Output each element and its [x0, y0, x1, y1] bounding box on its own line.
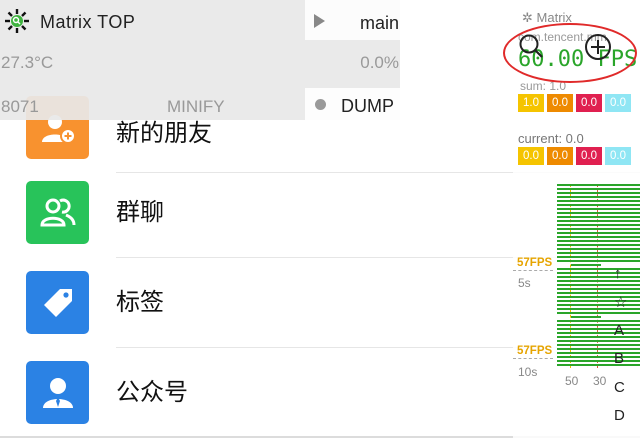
frame-line	[557, 336, 640, 338]
frame-line	[557, 328, 640, 330]
frame-line	[557, 216, 640, 218]
frame-line	[557, 228, 640, 230]
tick-label-50: 50	[565, 374, 579, 388]
temperature-value: 27.3°C	[1, 53, 54, 72]
frame-line	[557, 304, 640, 306]
frame-line	[557, 320, 640, 322]
dump-label: DUMP	[341, 96, 394, 116]
frame-line	[557, 276, 640, 278]
cpu-percent-value: 0.0%	[360, 53, 399, 72]
tick-label-30: 30	[593, 374, 607, 388]
index-letter-a[interactable]: A	[614, 322, 624, 339]
minify-button[interactable]: MINIFY	[167, 97, 225, 117]
index-letter-b[interactable]: B	[614, 350, 624, 367]
fps-marker-2: 57FPS	[517, 345, 553, 357]
frame-line	[557, 200, 640, 202]
index-letter-d[interactable]: D	[614, 407, 625, 424]
frame-line	[557, 252, 640, 254]
matrix-top-header: Matrix TOP main	[0, 0, 400, 40]
process-id: 8071	[1, 97, 39, 116]
fps-marker-1: 57FPS	[517, 257, 553, 269]
current-bar-3: 0.0	[576, 147, 602, 165]
frame-line	[557, 184, 640, 186]
frame-line	[557, 300, 640, 302]
frame-line	[557, 356, 640, 358]
index-letter-star[interactable]: ☆	[614, 293, 627, 311]
group-chat-avatar	[26, 181, 89, 244]
highlight-ellipse	[503, 23, 637, 83]
group-chat-icon	[39, 198, 75, 226]
index-letter-c[interactable]: C	[614, 379, 625, 396]
frame-line	[557, 348, 640, 350]
matrix-logo-icon	[5, 9, 29, 33]
frame-line	[557, 208, 640, 210]
frame-line	[557, 212, 640, 214]
time-label-10s: 10s	[518, 365, 538, 379]
frame-line	[557, 284, 640, 286]
tag-icon	[43, 288, 72, 317]
current-bar-4: 0.0	[605, 147, 631, 165]
frame-line	[557, 240, 640, 242]
frame-line	[557, 344, 640, 346]
frame-line	[557, 260, 640, 262]
matrix-top-panel: Matrix TOP main 27.3°C 0.0% 8071 MINIFY …	[0, 0, 400, 120]
frame-line	[557, 312, 640, 314]
frame-line	[557, 280, 640, 282]
gear-icon: ✲	[522, 10, 533, 25]
current-label: current: 0.0	[518, 131, 584, 146]
frame-line	[557, 296, 640, 298]
frame-line	[557, 324, 640, 326]
frame-line	[557, 272, 640, 274]
sum-bar-1: 1.0	[518, 94, 544, 112]
frame-line	[557, 248, 640, 250]
frame-line	[557, 268, 640, 270]
frame-line	[557, 188, 640, 190]
official-accounts-avatar	[26, 361, 89, 424]
frame-line	[557, 352, 640, 354]
sum-bars: 1.0 0.0 0.0 0.0	[518, 94, 634, 112]
current-bar-2: 0.0	[547, 147, 573, 165]
frame-line	[571, 264, 601, 266]
official-accounts-label: 公众号	[116, 378, 188, 406]
frame-line	[557, 308, 640, 310]
frame-line	[557, 196, 640, 198]
play-icon	[314, 14, 325, 28]
current-bars: 0.0 0.0 0.0 0.0	[518, 147, 634, 165]
frame-line	[571, 316, 601, 318]
frame-line	[557, 364, 640, 366]
sum-bar-3: 0.0	[576, 94, 602, 112]
time-label-5s: 5s	[518, 276, 531, 290]
dump-dot-icon	[315, 99, 326, 110]
frame-line	[557, 204, 640, 206]
frame-line	[557, 192, 640, 194]
sum-bar-2: 0.0	[547, 94, 573, 112]
group-chat-label: 群聊	[116, 198, 164, 226]
main-thread-label: main	[359, 13, 399, 33]
current-bar-1: 0.0	[518, 147, 544, 165]
frame-line	[557, 332, 640, 334]
frame-line	[557, 232, 640, 234]
frame-line	[557, 360, 640, 362]
frame-line	[557, 292, 640, 294]
frame-line	[557, 340, 640, 342]
matrix-top-title: Matrix TOP	[40, 12, 136, 32]
frame-line	[557, 288, 640, 290]
tags-label: 标签	[116, 288, 164, 316]
index-letter-top[interactable]: ↑	[614, 265, 622, 282]
tags-avatar	[26, 271, 89, 334]
official-account-icon	[42, 377, 73, 408]
frame-line	[557, 224, 640, 226]
frame-line	[557, 220, 640, 222]
fps-frame-graph	[557, 184, 640, 368]
sum-bar-4: 0.0	[605, 94, 631, 112]
frame-line	[557, 244, 640, 246]
frame-line	[557, 256, 640, 258]
frame-line	[557, 236, 640, 238]
